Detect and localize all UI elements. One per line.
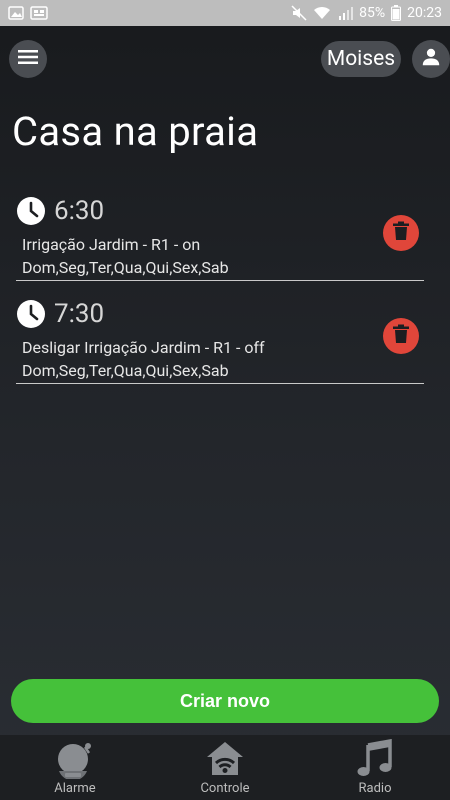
nav-item-radio[interactable]: Radio	[300, 735, 450, 800]
clock-icon	[16, 299, 46, 329]
profile-button[interactable]	[412, 40, 450, 78]
nav-label-controle: Controle	[200, 781, 250, 796]
delete-alarm-button[interactable]	[383, 215, 419, 251]
nav-item-controle[interactable]: Controle	[150, 735, 300, 800]
signal-icon	[337, 5, 354, 21]
mute-icon	[291, 5, 307, 21]
wifi-icon	[313, 5, 331, 21]
clock-icon	[16, 196, 46, 226]
alarm-details: Irrigação Jardim - R1 - on Dom,Seg,Ter,Q…	[22, 233, 372, 279]
alarm-time: 6:30	[54, 196, 105, 226]
alarm-description: Desligar Irrigação Jardim - R1 - off	[22, 338, 265, 357]
delete-alarm-button[interactable]	[383, 318, 419, 354]
status-bar: 85% 20:23	[0, 0, 450, 26]
app-notification-icon	[30, 6, 48, 20]
alarm-days: Dom,Seg,Ter,Qua,Qui,Sex,Sab	[22, 361, 229, 380]
bottom-nav: Alarme Controle Radio	[0, 735, 450, 800]
alarm-item[interactable]: 6:30 Irrigação Jardim - R1 - on Dom,Seg,…	[16, 190, 424, 281]
create-new-button[interactable]: Criar novo	[11, 679, 439, 723]
alarm-description: Irrigação Jardim - R1 - on	[22, 235, 201, 254]
image-notification-icon	[8, 6, 24, 20]
alarm-time: 7:30	[54, 299, 105, 329]
alarm-details: Desligar Irrigação Jardim - R1 - off Dom…	[22, 336, 372, 382]
page-title: Casa na praia	[12, 108, 259, 155]
alarm-list: 6:30 Irrigação Jardim - R1 - on Dom,Seg,…	[0, 190, 450, 396]
menu-button[interactable]	[9, 40, 47, 78]
trash-icon	[392, 221, 410, 245]
nav-item-alarme[interactable]: Alarme	[0, 735, 150, 800]
hamburger-menu-icon	[18, 49, 38, 69]
top-bar: Moises	[0, 40, 450, 80]
battery-percent: 85%	[359, 5, 386, 21]
person-icon	[420, 46, 442, 72]
alarm-days: Dom,Seg,Ter,Qua,Qui,Sex,Sab	[22, 258, 229, 277]
battery-icon	[391, 5, 402, 21]
nav-label-alarme: Alarme	[54, 781, 96, 796]
nav-label-radio: Radio	[358, 781, 392, 796]
wifi-home-icon	[205, 739, 245, 779]
trash-icon	[392, 324, 410, 348]
bell-icon	[55, 739, 95, 779]
clock-time: 20:23	[407, 5, 442, 21]
music-note-icon	[355, 739, 395, 779]
alarm-item[interactable]: 7:30 Desligar Irrigação Jardim - R1 - of…	[16, 293, 424, 384]
user-name-button[interactable]: Moises	[321, 41, 401, 77]
